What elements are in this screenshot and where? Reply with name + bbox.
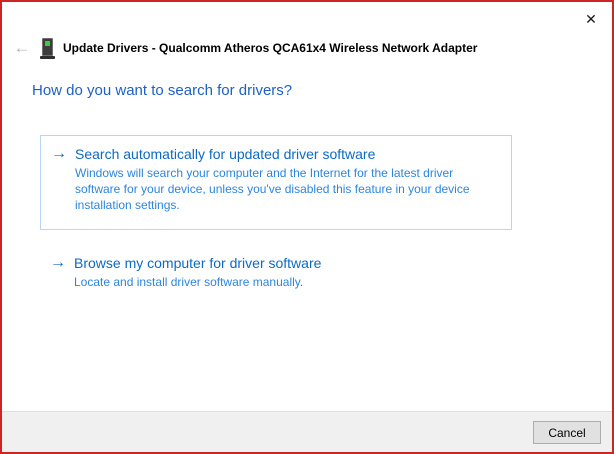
arrow-right-icon: → (51, 145, 67, 162)
device-driver-icon (40, 37, 55, 59)
arrow-right-icon: → (50, 254, 66, 271)
dialog-header: ← Update Drivers - Qualcomm Atheros QCA6… (10, 36, 477, 60)
option-search-automatically[interactable]: → Search automatically for updated drive… (40, 135, 512, 230)
device-driver-icon-led (45, 40, 50, 46)
cancel-button[interactable]: Cancel (533, 421, 601, 444)
option-search-automatically-description: Windows will search your computer and th… (75, 166, 470, 212)
option-browse-computer-description: Locate and install driver software manua… (74, 275, 304, 289)
option-browse-computer[interactable]: → Browse my computer for driver software… (40, 245, 512, 298)
page-title: How do you want to search for drivers? (32, 82, 293, 99)
update-drivers-dialog: ✕ ← Update Drivers - Qualcomm Atheros QC… (0, 0, 614, 454)
dialog-footer: Cancel (2, 411, 612, 452)
option-browse-computer-title: Browse my computer for driver software (74, 255, 322, 271)
device-driver-icon-base (40, 55, 55, 59)
back-arrow-icon[interactable]: ← (10, 38, 34, 58)
close-icon[interactable]: ✕ (580, 8, 602, 30)
window-title: Update Drivers - Qualcomm Atheros QCA61x… (63, 41, 478, 55)
option-search-automatically-title: Search automatically for updated driver … (75, 146, 376, 162)
